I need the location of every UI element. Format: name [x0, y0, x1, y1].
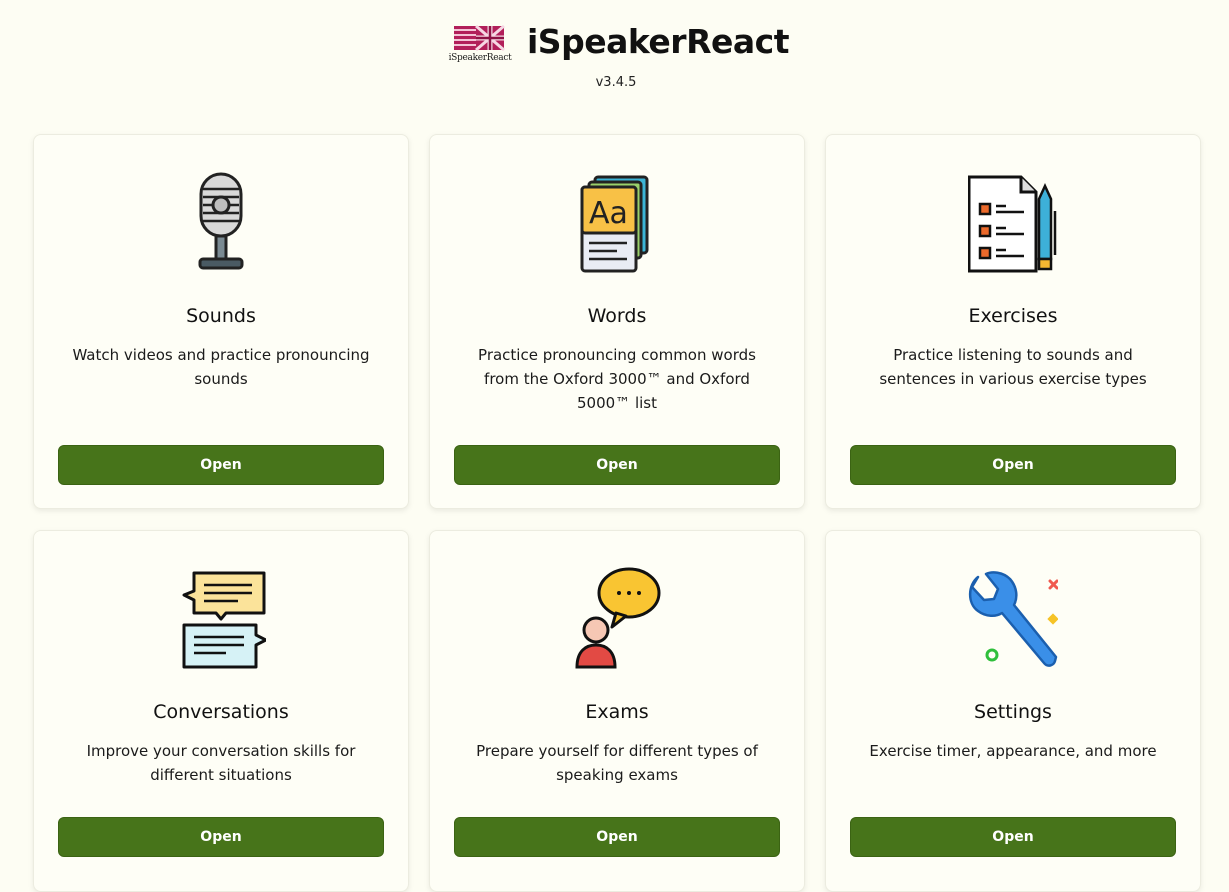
speaker-bubble-icon	[575, 567, 661, 669]
card-title: Words	[587, 305, 647, 327]
card-title: Conversations	[153, 701, 289, 723]
card-title: Exercises	[968, 305, 1058, 327]
app-header: iSpeakerReact iSpeakerReact v3.4.5	[0, 0, 1229, 110]
card-description: Prepare yourself for different types of …	[476, 742, 758, 784]
app-version: v3.4.5	[595, 75, 637, 90]
open-words-button[interactable]: Open	[454, 445, 780, 485]
chat-bubbles-icon	[182, 571, 266, 669]
card-conversations: Conversations Improve your conversation …	[33, 530, 409, 892]
card-description: Exercise timer, appearance, and more	[869, 742, 1157, 760]
card-exercises: Exercises Practice listening to sounds a…	[825, 134, 1201, 509]
open-conversations-button[interactable]: Open	[58, 817, 384, 857]
flashcards-icon: Aa	[580, 175, 649, 273]
card-title: Sounds	[186, 305, 256, 327]
card-settings: Settings Exercise timer, appearance, and…	[825, 530, 1201, 892]
card-description: Practice pronouncing common words from t…	[478, 346, 756, 412]
microphone-icon	[198, 172, 244, 270]
svg-text:Aa: Aa	[589, 196, 628, 231]
card-exams: Exams Prepare yourself for different typ…	[429, 530, 805, 892]
checklist-pencil-icon	[968, 175, 1057, 273]
app-title: iSpeakerReact	[527, 22, 789, 61]
card-description: Practice listening to sounds and sentenc…	[879, 346, 1147, 388]
card-sounds: Sounds Watch videos and practice pronoun…	[33, 134, 409, 509]
wrench-icon	[968, 571, 1058, 667]
card-title: Settings	[974, 701, 1052, 723]
card-title: Exams	[585, 701, 649, 723]
open-settings-button[interactable]: Open	[850, 817, 1176, 857]
logo-text: iSpeakerReact	[448, 53, 512, 63]
app-logo: iSpeakerReact	[446, 24, 514, 66]
uk-flag-icon	[454, 24, 505, 52]
open-exercises-button[interactable]: Open	[850, 445, 1176, 485]
card-words: Aa Words Practice pronouncing common wor…	[429, 134, 805, 509]
card-description: Improve your conversation skills for dif…	[86, 742, 356, 784]
card-description: Watch videos and practice pronouncing so…	[72, 346, 370, 388]
open-exams-button[interactable]: Open	[454, 817, 780, 857]
open-sounds-button[interactable]: Open	[58, 445, 384, 485]
